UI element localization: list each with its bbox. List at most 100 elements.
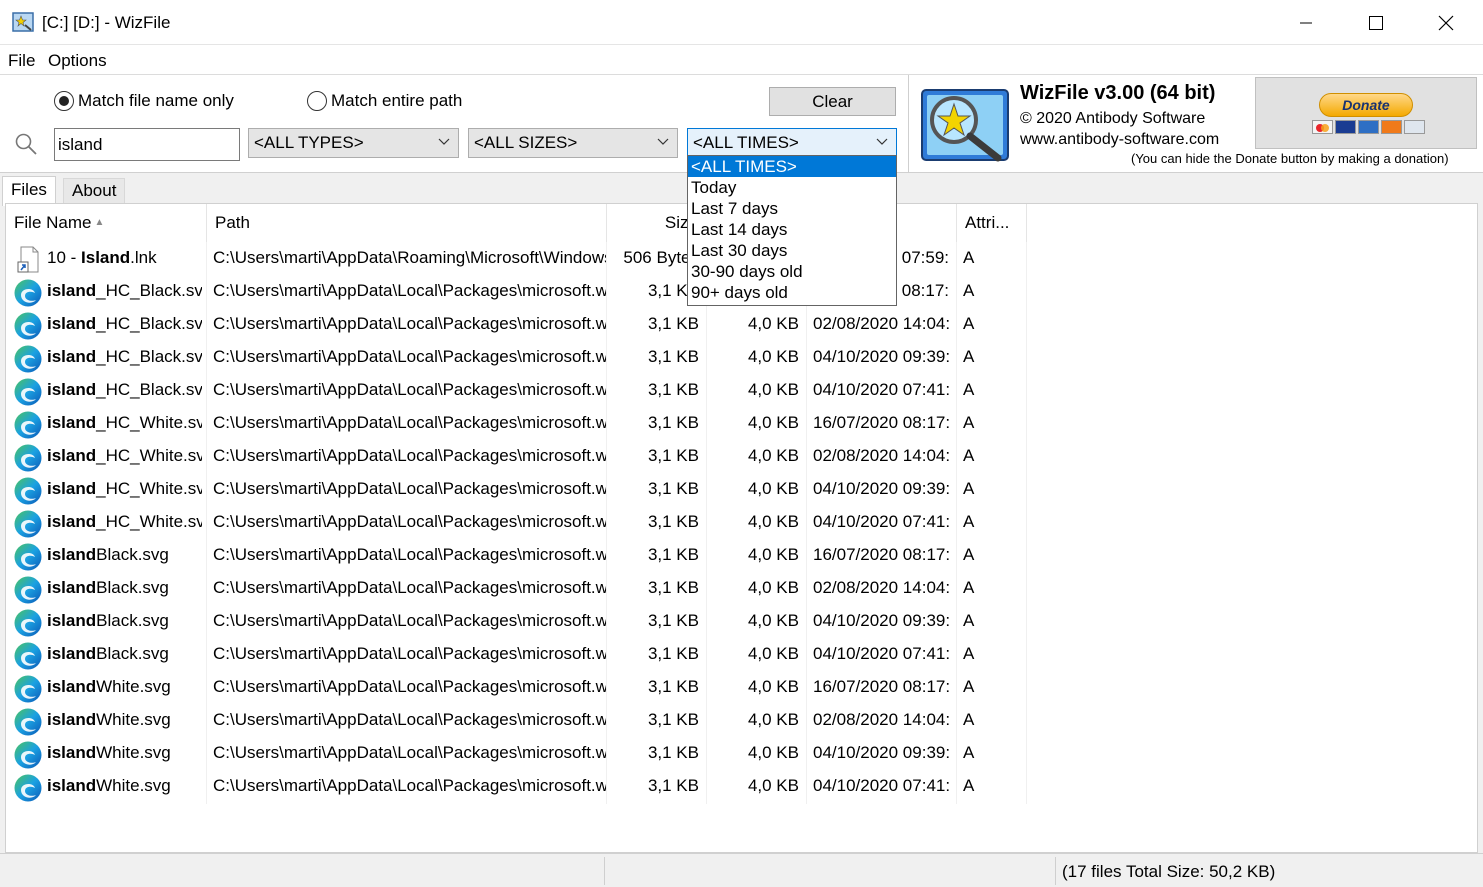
table-row[interactable]: island_HC_White.svg C:\Users\marti\AppDat… [6, 407, 1026, 440]
allocated-cell: 4,0 KB [747, 380, 799, 399]
file-name-cell: islandWhite.svg [47, 743, 202, 763]
file-name-match: island [47, 677, 97, 696]
table-row[interactable]: island_HC_Black.svg C:\Users\marti\AppDat… [6, 308, 1026, 341]
minimize-icon [1300, 22, 1312, 23]
edge-icon [12, 575, 44, 605]
date-cell: 16/07/2020 08:17: [813, 413, 951, 432]
time-filter-value: <ALL TIMES> [693, 133, 799, 152]
time-filter-combo[interactable]: <ALL TIMES> [687, 128, 897, 158]
donate-panel[interactable]: Donate [1255, 77, 1477, 149]
file-name-suffix: _HC_Black.svg [96, 281, 202, 300]
maximize-button[interactable] [1341, 0, 1411, 45]
size-cell: 3,1 KB [647, 446, 699, 465]
edge-icon [12, 674, 44, 704]
tab-about[interactable]: About [63, 178, 126, 203]
edge-icon [12, 608, 44, 638]
column-header-path[interactable]: Path [207, 204, 607, 242]
maximize-icon [1369, 15, 1383, 30]
path-cell: C:\Users\marti\AppData\Local\Packages\mi… [213, 512, 606, 531]
file-name-suffix: Black.svg [96, 644, 169, 663]
path-cell: C:\Users\marti\AppData\Local\Packages\mi… [213, 611, 606, 630]
column-separator [1026, 242, 1027, 804]
file-name-suffix: _HC_Black.svg [96, 380, 202, 399]
type-filter-combo[interactable]: <ALL TYPES> [248, 128, 459, 158]
clear-button[interactable]: Clear [769, 87, 896, 116]
file-name-match: island [47, 479, 97, 498]
file-name-cell: islandWhite.svg [47, 677, 202, 697]
visa-icon [1335, 120, 1356, 134]
donate-note: (You can hide the Donate button by makin… [1131, 151, 1449, 166]
file-name-match: island [47, 512, 97, 531]
file-name-match: island [47, 413, 97, 432]
file-name-suffix: White.svg [96, 677, 171, 696]
file-name-suffix: _HC_Black.svg [96, 314, 202, 333]
status-separator [1055, 857, 1056, 885]
attr-cell: A [963, 380, 975, 399]
file-name-suffix: Black.svg [96, 611, 169, 630]
chevron-down-icon [876, 138, 888, 145]
date-cell: 16/07/2020 08:17: [813, 545, 951, 564]
wizfile-logo [921, 89, 1009, 162]
date-cell: 04/10/2020 07:41: [813, 644, 951, 663]
file-name-suffix: Black.svg [96, 578, 169, 597]
table-row[interactable]: island_HC_White.svg C:\Users\marti\AppDat… [6, 440, 1026, 473]
table-row[interactable]: island_HC_White.svg C:\Users\marti\AppDat… [6, 506, 1026, 539]
column-header-attributes[interactable]: Attri... [957, 204, 1027, 242]
edge-icon [12, 377, 44, 407]
table-row[interactable]: islandBlack.svg C:\Users\marti\AppData\Lo… [6, 638, 1026, 671]
brand-url-link[interactable]: www.antibody-software.com [1020, 131, 1219, 149]
table-row[interactable]: islandBlack.svg C:\Users\marti\AppData\Lo… [6, 605, 1026, 638]
attr-cell: A [963, 776, 975, 795]
time-option-14-days[interactable]: Last 14 days [688, 219, 896, 240]
file-name-match: island [47, 545, 97, 564]
allocated-cell: 4,0 KB [747, 710, 799, 729]
file-name-cell: island_HC_White.svg [47, 512, 202, 532]
table-row[interactable]: islandWhite.svg C:\Users\marti\AppData\Lo… [6, 704, 1026, 737]
file-name-cell: islandWhite.svg [47, 776, 202, 796]
radio-match-entire-path[interactable]: Match entire path [307, 91, 462, 111]
search-input[interactable] [54, 128, 240, 161]
radio-match-file-name[interactable]: Match file name only [54, 91, 234, 111]
file-name-cell: 10 - Island.lnk [47, 248, 202, 268]
file-name-suffix: _HC_White.svg [96, 512, 202, 531]
table-row[interactable]: island_HC_Black.svg C:\Users\marti\AppDat… [6, 341, 1026, 374]
minimize-button[interactable] [1271, 0, 1341, 45]
time-option-today[interactable]: Today [688, 177, 896, 198]
time-option-30-90-days[interactable]: 30-90 days old [688, 261, 896, 282]
file-name-suffix: White.svg [96, 710, 171, 729]
tab-files[interactable]: Files [2, 176, 56, 206]
edge-icon [12, 344, 44, 374]
allocated-cell: 4,0 KB [747, 578, 799, 597]
table-row[interactable]: islandWhite.svg C:\Users\marti\AppData\Lo… [6, 737, 1026, 770]
allocated-cell: 4,0 KB [747, 479, 799, 498]
time-option-7-days[interactable]: Last 7 days [688, 198, 896, 219]
size-cell: 3,1 KB [647, 743, 699, 762]
close-button[interactable] [1411, 0, 1481, 45]
column-header-file-name[interactable]: File Name ▲ [6, 204, 207, 242]
brand-title: WizFile v3.00 (64 bit) [1020, 82, 1216, 104]
size-filter-combo[interactable]: <ALL SIZES> [468, 128, 678, 158]
path-cell: C:\Users\marti\AppData\Local\Packages\mi… [213, 479, 606, 498]
table-row[interactable]: island_HC_White.svg C:\Users\marti\AppDat… [6, 473, 1026, 506]
table-row[interactable]: islandWhite.svg C:\Users\marti\AppData\Lo… [6, 671, 1026, 704]
menu-options[interactable]: Options [48, 51, 107, 71]
file-name-suffix: _HC_White.svg [96, 446, 202, 465]
time-option-all[interactable]: <ALL TIMES> [688, 156, 896, 177]
size-filter-value: <ALL SIZES> [474, 133, 578, 152]
window-title: [C:] [D:] - WizFile [42, 13, 171, 32]
table-row[interactable]: islandBlack.svg C:\Users\marti\AppData\Lo… [6, 539, 1026, 572]
time-filter-dropdown[interactable]: <ALL TIMES> Today Last 7 days Last 14 da… [687, 155, 897, 306]
time-option-90-plus-days[interactable]: 90+ days old [688, 282, 896, 303]
size-cell: 3,1 KB [647, 644, 699, 663]
time-option-30-days[interactable]: Last 30 days [688, 240, 896, 261]
table-row[interactable]: island_HC_Black.svg C:\Users\marti\AppDat… [6, 374, 1026, 407]
allocated-cell: 4,0 KB [747, 512, 799, 531]
edge-icon [12, 542, 44, 572]
table-row[interactable]: islandWhite.svg C:\Users\marti\AppData\Lo… [6, 770, 1026, 803]
table-row[interactable]: islandBlack.svg C:\Users\marti\AppData\Lo… [6, 572, 1026, 605]
donate-button[interactable]: Donate [1319, 93, 1413, 117]
edge-icon [12, 740, 44, 770]
edge-icon [12, 410, 44, 440]
size-cell: 3,1 KB [647, 677, 699, 696]
menu-file[interactable]: File [8, 51, 35, 71]
